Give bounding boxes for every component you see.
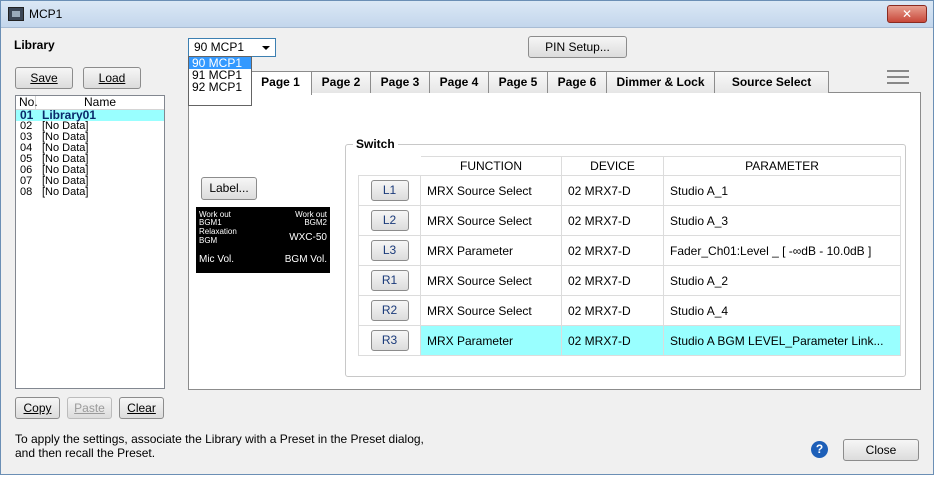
list-item[interactable]: 07 [No Data] (16, 176, 164, 187)
table-row-selected[interactable]: R3 MRX Parameter 02 MRX7-D Studio A BGM … (358, 325, 901, 356)
function-cell[interactable]: MRX Source Select (420, 205, 562, 236)
list-item[interactable]: 08 [No Data] (16, 187, 164, 198)
clear-label: Clear (127, 401, 156, 415)
tab-page-2[interactable]: Page 2 (311, 71, 371, 93)
device-select[interactable]: 90 MCP1 (188, 38, 276, 57)
help-icon[interactable]: ? (811, 441, 828, 458)
menu-icon[interactable] (887, 70, 909, 84)
header-function: FUNCTION (420, 156, 562, 176)
switch-table: FUNCTION DEVICE PARAMETER L1 MRX Source … (358, 156, 901, 356)
device-select-value: 90 MCP1 (194, 40, 245, 54)
tab-dimmer-lock[interactable]: Dimmer & Lock (606, 71, 715, 93)
tab-page-6[interactable]: Page 6 (547, 71, 607, 93)
app-icon (8, 7, 24, 21)
table-row[interactable]: L2 MRX Source Select 02 MRX7-D Studio A_… (358, 205, 901, 236)
lcd-text: WXC-50 (289, 232, 327, 243)
device-cell[interactable]: 02 MRX7-D (561, 205, 664, 236)
parameter-cell[interactable]: Studio A_4 (663, 295, 901, 326)
lcd-preview: Work out Work out BGM1 BGM2 Relaxation B… (196, 207, 330, 273)
device-cell[interactable]: 02 MRX7-D (561, 265, 664, 296)
parameter-cell[interactable]: Studio A_3 (663, 205, 901, 236)
library-heading: Library (14, 38, 55, 52)
device-cell[interactable]: 02 MRX7-D (561, 325, 664, 356)
list-item[interactable]: 06 [No Data] (16, 165, 164, 176)
function-cell[interactable]: MRX Source Select (420, 265, 562, 296)
dropdown-option[interactable]: 92 MCP1 (189, 81, 251, 93)
status-message: To apply the settings, associate the Lib… (15, 432, 424, 460)
function-cell[interactable]: MRX Source Select (420, 295, 562, 326)
label-button[interactable]: Label... (201, 177, 257, 200)
tab-source-select[interactable]: Source Select (714, 71, 829, 93)
paste-button[interactable]: Paste (67, 397, 112, 419)
window-title: MCP1 (29, 7, 63, 21)
status-line-1: To apply the settings, associate the Lib… (15, 432, 424, 446)
tab-strip: Page 1 Page 2 Page 3 Page 4 Page 5 Page … (249, 71, 829, 95)
table-row[interactable]: R1 MRX Source Select 02 MRX7-D Studio A_… (358, 265, 901, 296)
header-device: DEVICE (561, 156, 664, 176)
load-label: Load (98, 71, 126, 85)
switch-key-button[interactable]: L3 (370, 240, 409, 261)
copy-label: Copy (23, 401, 52, 415)
item-name: [No Data] (42, 186, 89, 198)
tab-page-1[interactable]: Page 1 (249, 71, 312, 95)
close-button[interactable]: Close (843, 439, 919, 461)
function-cell[interactable]: MRX Parameter (420, 235, 562, 266)
paste-label: Paste (74, 401, 105, 415)
lcd-text: BGM (199, 236, 218, 245)
library-list[interactable]: No. Name 01 Library01 02 [No Data] 03 [No D… (15, 95, 165, 389)
copy-button[interactable]: Copy (15, 397, 60, 419)
table-header-row: FUNCTION DEVICE PARAMETER (358, 156, 901, 176)
switch-key-button[interactable]: L2 (370, 210, 409, 231)
table-row[interactable]: R2 MRX Source Select 02 MRX7-D Studio A_… (358, 295, 901, 326)
switch-key-button[interactable]: R2 (370, 300, 409, 321)
lcd-text: BGM2 (304, 218, 327, 227)
save-button[interactable]: Save (15, 67, 73, 89)
header-blank (358, 156, 421, 176)
table-row[interactable]: L1 MRX Source Select 02 MRX7-D Studio A_… (358, 175, 901, 206)
chevron-down-icon (262, 46, 270, 50)
device-dropdown-list: 90 MCP1 91 MCP1 92 MCP1 (188, 56, 252, 106)
tab-page-3[interactable]: Page 3 (370, 71, 430, 93)
parameter-cell[interactable]: Studio A BGM LEVEL_Parameter Link... (663, 325, 901, 356)
function-cell[interactable]: MRX Parameter (420, 325, 562, 356)
save-label: Save (30, 71, 58, 85)
list-item[interactable]: 02 [No Data] (16, 121, 164, 132)
title-bar: MCP1 ✕ (1, 1, 933, 28)
item-no: 08 (20, 186, 33, 198)
switch-key-button[interactable]: L1 (370, 180, 409, 201)
load-button[interactable]: Load (83, 67, 141, 89)
pin-setup-button[interactable]: PIN Setup... (528, 36, 627, 58)
switch-key-button[interactable]: R3 (370, 330, 409, 351)
window-close-button[interactable]: ✕ (887, 5, 927, 23)
function-cell[interactable]: MRX Source Select (420, 175, 562, 206)
lcd-text: Mic Vol. (199, 254, 235, 265)
list-item[interactable]: 01 Library01 (16, 109, 164, 121)
clear-button[interactable]: Clear (119, 397, 164, 419)
device-cell[interactable]: 02 MRX7-D (561, 235, 664, 266)
tab-page-4[interactable]: Page 4 (429, 71, 489, 93)
parameter-cell[interactable]: Fader_Ch01:Level _ [ -∞dB - 10.0dB ] (663, 235, 901, 266)
tab-page-5[interactable]: Page 5 (488, 71, 548, 93)
lcd-text: BGM Vol. (284, 254, 327, 265)
parameter-cell[interactable]: Studio A_2 (663, 265, 901, 296)
device-cell[interactable]: 02 MRX7-D (561, 175, 664, 206)
switch-group-title: Switch (353, 137, 398, 151)
device-cell[interactable]: 02 MRX7-D (561, 295, 664, 326)
parameter-cell[interactable]: Studio A_1 (663, 175, 901, 206)
list-item[interactable]: 05 [No Data] (16, 154, 164, 165)
header-parameter: PARAMETER (663, 156, 901, 176)
table-row[interactable]: L3 MRX Parameter 02 MRX7-D Fader_Ch01:Le… (358, 235, 901, 266)
status-line-2: and then recall the Preset. (15, 446, 156, 460)
mcp1-dialog: MCP1 ✕ Library Save Load No. Name 01 Libr… (0, 0, 934, 475)
list-item[interactable]: 04 [No Data] (16, 143, 164, 154)
lcd-text: BGM1 (199, 218, 222, 227)
switch-key-button[interactable]: R1 (370, 270, 409, 291)
list-item[interactable]: 03 [No Data] (16, 132, 164, 143)
lcd-text: Relaxation (199, 227, 237, 236)
